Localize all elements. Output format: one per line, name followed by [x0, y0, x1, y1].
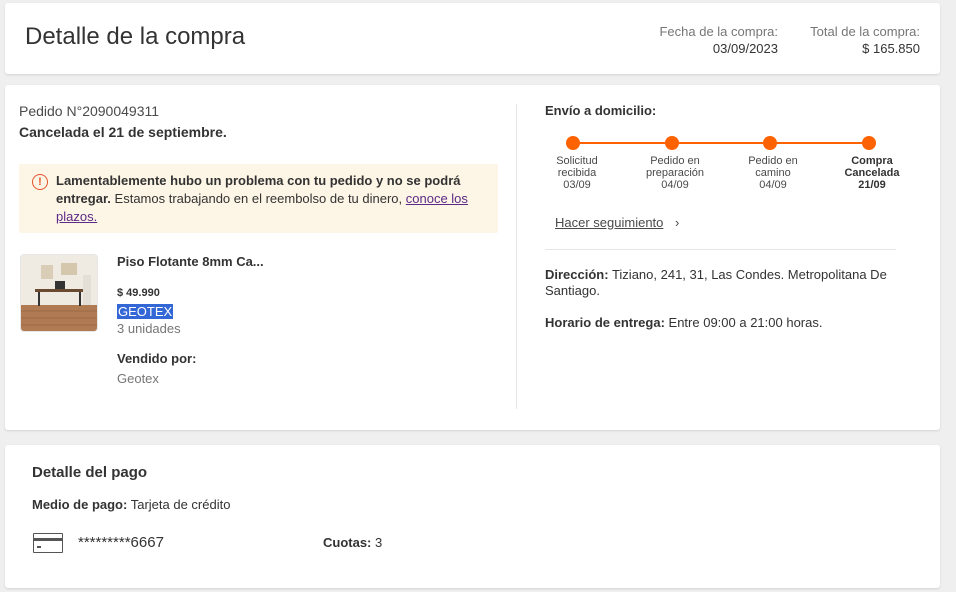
purchase-header: Detalle de la compra Fecha de la compra:…	[5, 3, 940, 74]
purchase-date: Fecha de la compra: 03/09/2023	[659, 24, 778, 56]
delivery-address: Dirección: Tiziano, 241, 31, Las Condes.…	[545, 267, 890, 299]
installments-label: Cuotas:	[323, 535, 372, 550]
product-image[interactable]	[20, 254, 98, 332]
purchase-total: Total de la compra: $ 165.850	[810, 24, 920, 56]
sold-by-label: Vendido por:	[117, 351, 197, 366]
seller-name: Geotex	[117, 371, 159, 386]
credit-card-icon	[33, 533, 63, 553]
order-status: Cancelada el 21 de septiembre.	[19, 124, 227, 140]
purchase-total-value: $ 165.850	[862, 41, 920, 56]
chevron-right-icon[interactable]: ›	[675, 215, 679, 230]
timeline-step-line2: camino	[755, 167, 791, 179]
timeline-step: Solicitud recibida 03/09	[537, 155, 617, 191]
timeline-step-date: 04/09	[759, 179, 787, 191]
timeline-step-date: 03/09	[563, 179, 591, 191]
timeline-step-line1: Pedido en	[650, 155, 700, 167]
timeline-step-date: 04/09	[661, 179, 689, 191]
purchase-date-value: 03/09/2023	[712, 41, 778, 56]
payment-method-value: Tarjeta de crédito	[127, 497, 231, 512]
order-card: Pedido N°2090049311 Cancelada el 21 de s…	[5, 85, 940, 430]
cancellation-alert: ! Lamentablemente hubo un problema con t…	[19, 164, 498, 233]
product-price: $ 49.990	[117, 287, 160, 299]
timeline-step-current: Compra Cancelada 21/09	[832, 155, 912, 191]
product-brand: GEOTEX	[117, 304, 174, 319]
payment-method: Medio de pago: Tarjeta de crédito	[32, 497, 230, 512]
timeline-step-line1: Pedido en	[748, 155, 798, 167]
alert-text: Lamentablemente hubo un problema con tu …	[56, 172, 488, 226]
delivery-schedule: Horario de entrega: Entre 09:00 a 21:00 …	[545, 315, 890, 330]
address-label: Dirección:	[545, 267, 609, 282]
purchase-date-label: Fecha de la compra:	[659, 24, 778, 39]
timeline-dot	[665, 136, 679, 150]
timeline-step-line2: preparación	[645, 167, 705, 179]
card-number: *********6667	[78, 534, 164, 551]
timeline-step: Pedido en preparación 04/09	[635, 155, 715, 191]
vertical-divider	[516, 104, 517, 409]
payment-title: Detalle del pago	[32, 464, 148, 481]
timeline-step-line2: Cancelada	[844, 167, 900, 179]
timeline-dot	[566, 136, 580, 150]
timeline-step-line1: Compra	[851, 155, 893, 167]
timeline-dot	[862, 136, 876, 150]
alert-circle-icon: !	[32, 174, 48, 190]
timeline-step-line2: recibida	[557, 167, 597, 179]
payment-card: Detalle del pago Medio de pago: Tarjeta …	[5, 445, 940, 588]
product-name[interactable]: Piso Flotante 8mm Ca...	[117, 254, 264, 269]
installments: Cuotas: 3	[323, 535, 382, 550]
payment-method-label: Medio de pago:	[32, 497, 128, 512]
timeline-step-date: 21/09	[858, 179, 886, 191]
delivery-label: Horario de entrega:	[545, 315, 665, 330]
installments-value: 3	[371, 535, 383, 550]
timeline-step: Pedido en camino 04/09	[733, 155, 813, 191]
track-order-link[interactable]: Hacer seguimiento	[555, 215, 663, 230]
horizontal-divider	[545, 249, 896, 250]
delivery-value: Entre 09:00 a 21:00 horas.	[664, 315, 823, 330]
purchase-total-label: Total de la compra:	[810, 24, 920, 39]
timeline-dot	[763, 136, 777, 150]
product-quantity: 3 unidades	[117, 321, 181, 336]
shipping-title: Envío a domicilio:	[545, 103, 657, 118]
alert-body-text: Estamos trabajando en el reembolso de tu…	[110, 191, 406, 206]
timeline-track	[573, 142, 869, 144]
timeline-step-line1: Solicitud	[556, 155, 598, 167]
order-number: Pedido N°2090049311	[19, 103, 160, 119]
page-title: Detalle de la compra	[25, 23, 246, 50]
